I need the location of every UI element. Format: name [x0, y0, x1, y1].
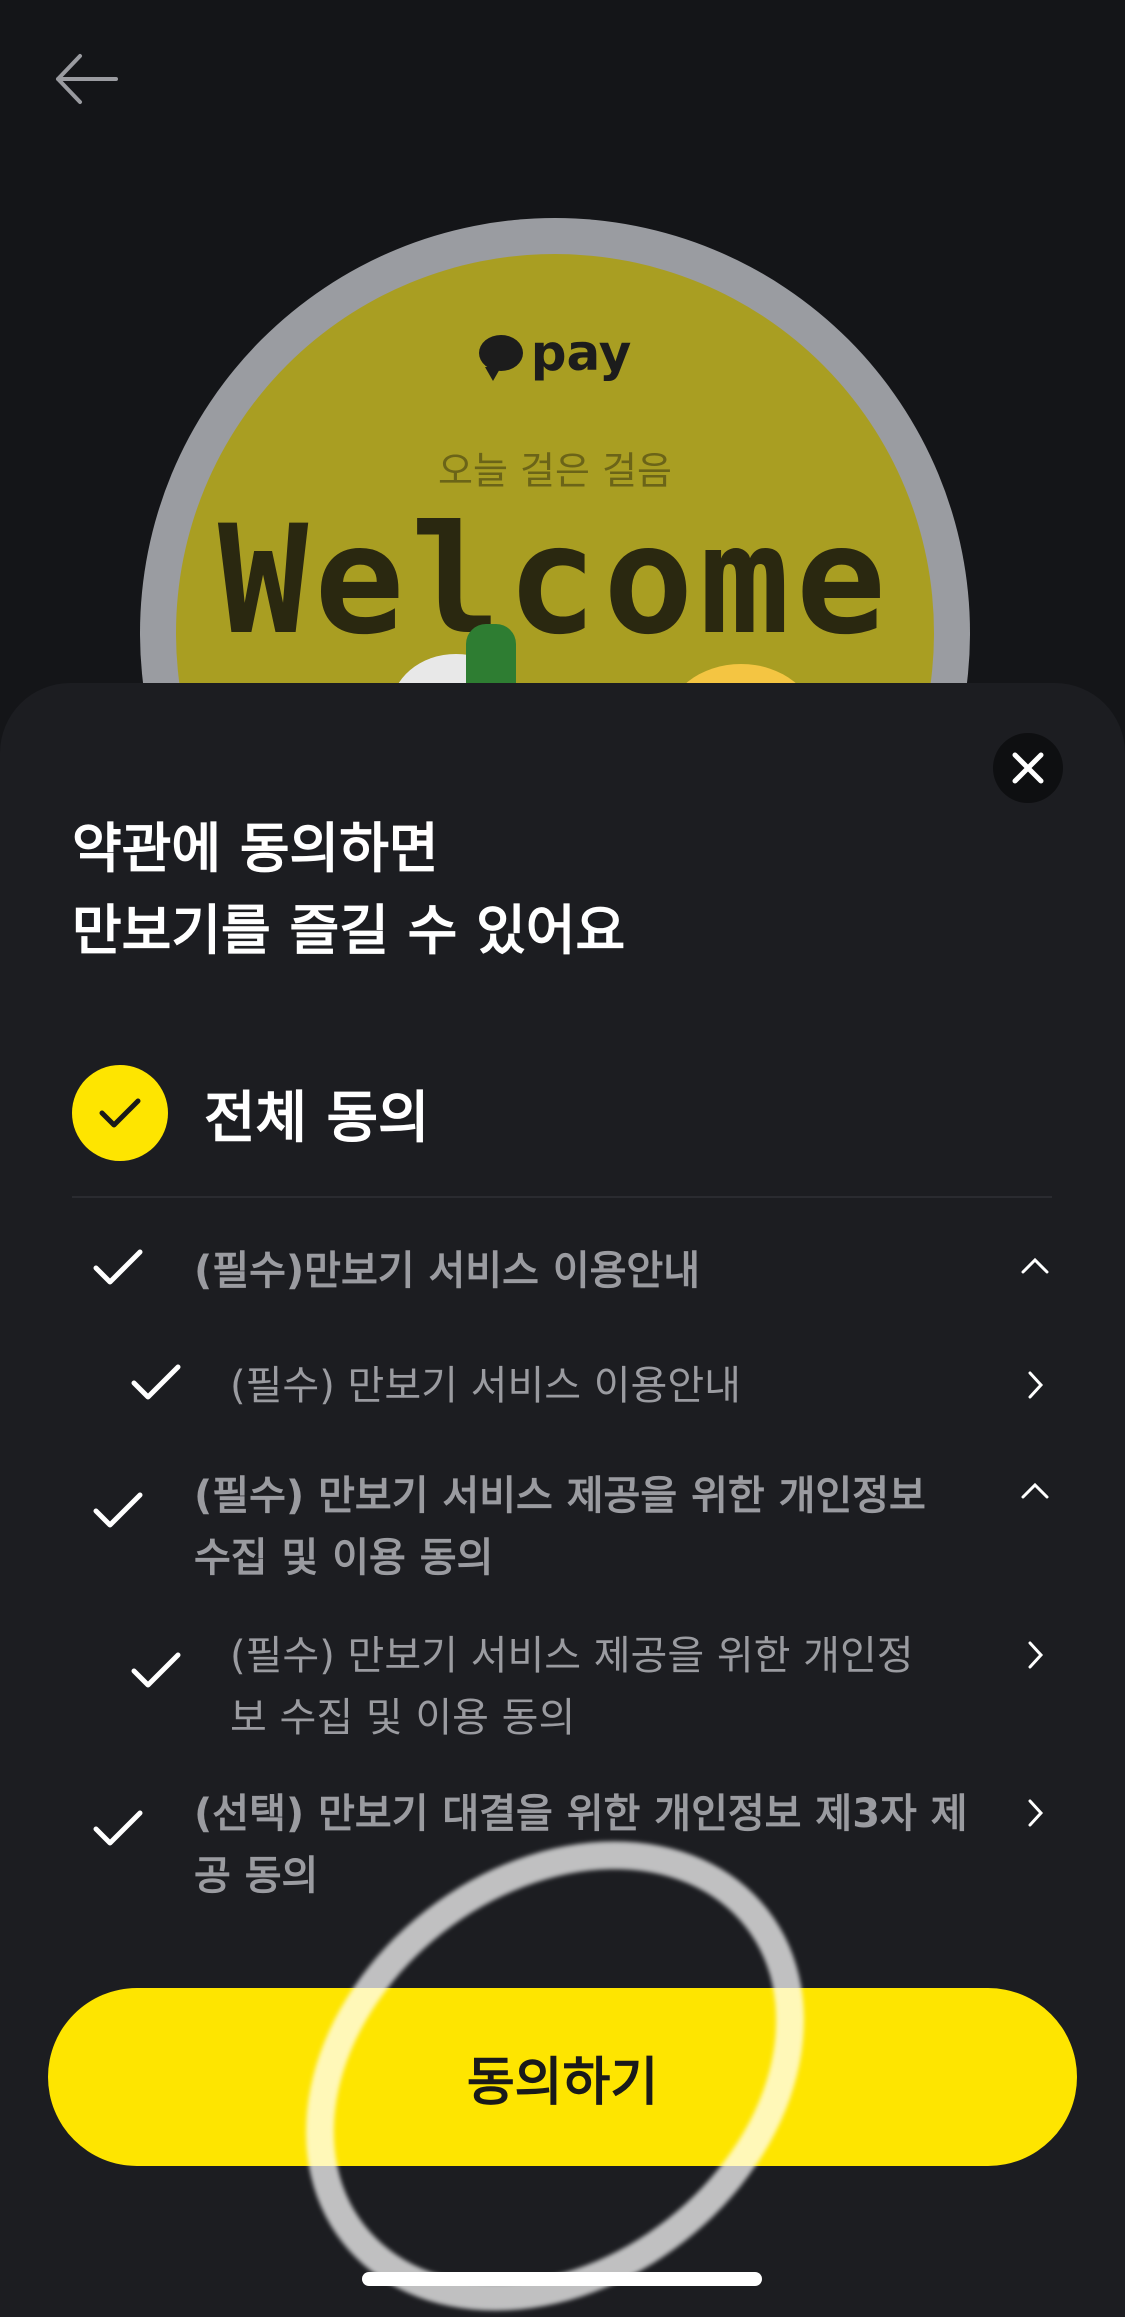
chevron-up-icon[interactable]	[1015, 1471, 1055, 1511]
arrow-left-icon	[56, 54, 118, 104]
term-checkbox[interactable]	[90, 1801, 146, 1857]
term-checkbox[interactable]	[128, 1643, 184, 1699]
term-item[interactable]: (필수)만보기 서비스 이용안내	[90, 1240, 1060, 1302]
term-label: (필수) 만보기 서비스 제공을 위한 개인정보 수집 및 이용 동의	[230, 1633, 914, 1741]
term-item[interactable]: (선택) 만보기 대결을 위한 개인정보 제3자 제공 동의	[90, 1783, 1060, 1907]
all-agree-row[interactable]: 전체 동의	[72, 1063, 430, 1163]
term-checkbox[interactable]	[90, 1483, 146, 1539]
chevron-right-icon[interactable]	[1015, 1635, 1055, 1675]
back-button[interactable]	[48, 44, 128, 114]
check-icon	[93, 1492, 143, 1528]
check-icon	[131, 1652, 181, 1688]
term-subitem[interactable]: (필수) 만보기 서비스 이용안내	[128, 1355, 1060, 1417]
term-checkbox[interactable]	[128, 1355, 184, 1411]
check-icon	[93, 1810, 143, 1846]
kakaopay-logo: pay	[176, 324, 934, 382]
agree-button-label: 동의하기	[466, 2052, 659, 2113]
badge-welcome-text: Welcome	[217, 494, 893, 668]
speech-bubble-icon	[478, 334, 523, 381]
chevron-up-icon[interactable]	[1015, 1246, 1055, 1286]
badge-subtitle: 오늘 걸은 걸음	[438, 449, 672, 493]
term-subitem[interactable]: (필수) 만보기 서비스 제공을 위한 개인정보 수집 및 이용 동의	[128, 1625, 1060, 1749]
chevron-right-icon[interactable]	[1015, 1793, 1055, 1833]
close-button[interactable]	[993, 733, 1063, 803]
term-item[interactable]: (필수) 만보기 서비스 제공을 위한 개인정보 수집 및 이용 동의	[90, 1465, 1060, 1589]
chevron-right-icon[interactable]	[1015, 1365, 1055, 1405]
term-label: (필수) 만보기 서비스 이용안내	[230, 1363, 741, 1409]
term-label: (필수)만보기 서비스 이용안내	[194, 1248, 701, 1294]
home-indicator[interactable]	[362, 2272, 762, 2286]
all-agree-checkbox[interactable]	[72, 1065, 168, 1161]
sheet-title: 약관에 동의하면 만보기를 즐길 수 있어요	[72, 817, 626, 962]
check-icon	[99, 1098, 141, 1128]
all-agree-label: 전체 동의	[204, 1085, 430, 1151]
term-label: (필수) 만보기 서비스 제공을 위한 개인정보 수집 및 이용 동의	[194, 1473, 926, 1581]
check-icon	[131, 1364, 181, 1400]
background-header: pay 오늘 걸은 걸음 Welcome	[0, 0, 1125, 1048]
term-label: (선택) 만보기 대결을 위한 개인정보 제3자 제공 동의	[194, 1791, 968, 1899]
divider	[72, 1196, 1052, 1198]
close-icon	[1012, 752, 1044, 784]
agree-button[interactable]: 동의하기	[48, 1988, 1077, 2166]
check-icon	[93, 1249, 143, 1285]
term-checkbox[interactable]	[90, 1240, 146, 1296]
